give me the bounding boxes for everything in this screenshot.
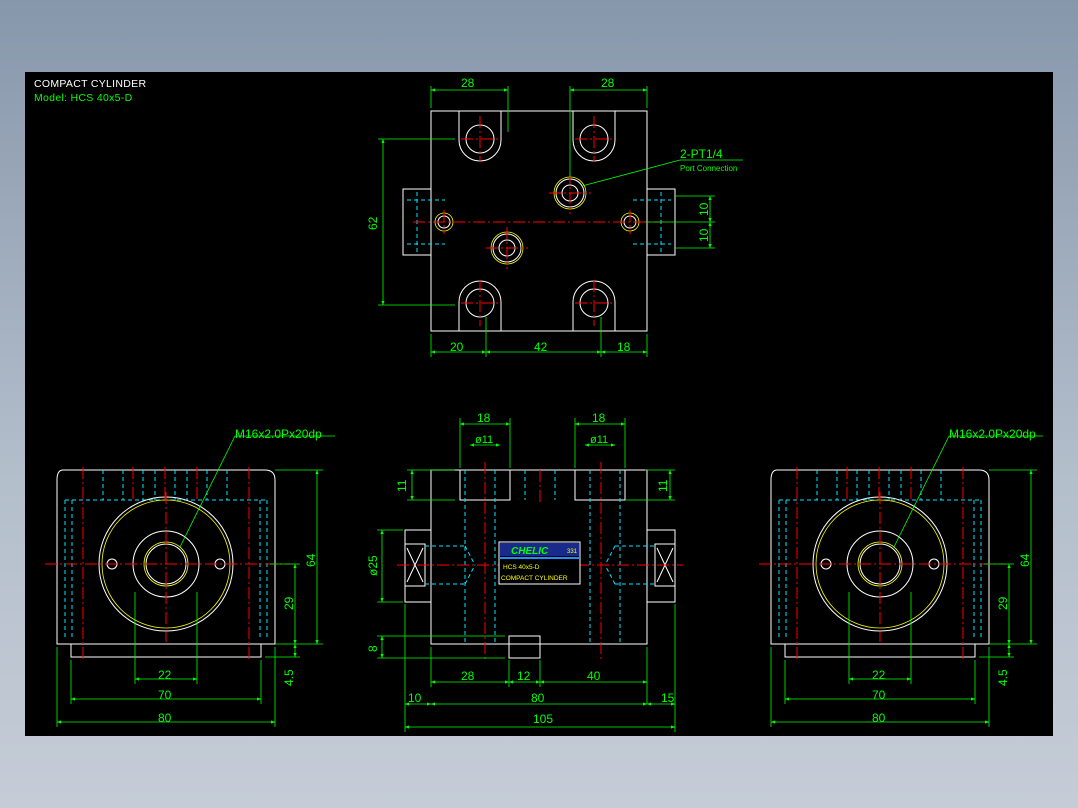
top-dim-28-left: 28 (461, 76, 475, 90)
front-dia-25: ø25 (366, 555, 380, 576)
left-dim-70: 70 (158, 688, 172, 702)
right-dim-29: 29 (996, 596, 1010, 610)
top-dim-28-right: 28 (601, 76, 615, 90)
right-thread-label: M16x2.0Px20dp (949, 427, 1036, 441)
left-dim-4-5: 4.5 (282, 669, 296, 686)
right-dim-22: 22 (872, 668, 886, 682)
label-desc: COMPACT CYLINDER (501, 575, 568, 582)
left-dim-80: 80 (158, 711, 172, 725)
front-dim-105: 105 (533, 712, 553, 726)
right-dim-70: 70 (872, 688, 886, 702)
label-brand: CHELIC (511, 546, 549, 557)
front-dim-28: 28 (461, 669, 475, 683)
top-dim-18: 18 (617, 340, 631, 354)
right-dim-80: 80 (872, 711, 886, 725)
top-dim-10-b: 10 (697, 228, 711, 242)
right-side-view: M16x2.0Px20dp 64 29 4.5 22 70 80 (759, 427, 1043, 727)
right-dim-64: 64 (1018, 553, 1032, 567)
left-dim-29: 29 (282, 596, 296, 610)
top-dim-20: 20 (450, 340, 464, 354)
front-dim-18-right: 18 (592, 411, 606, 425)
top-view-centerlines (413, 116, 665, 326)
front-dim-11-right: 11 (656, 479, 670, 492)
label-code: 331 (567, 549, 578, 555)
front-dim-11-left: 11 (395, 479, 409, 492)
top-port-label: 2-PT1/4 (680, 147, 723, 161)
left-dim-64: 64 (304, 553, 318, 567)
front-dim-80: 80 (531, 691, 545, 705)
front-view: CHELIC 331 HCS 40x5-D COMPACT CYLINDER 1… (366, 411, 683, 732)
drawing-canvas: 28 28 62 10 10 20 42 18 2-PT1/4 Port Con… (45, 76, 1043, 732)
front-dim-8: 8 (366, 645, 380, 652)
top-dim-42: 42 (534, 340, 548, 354)
top-port-sub: Port Connection (680, 164, 737, 173)
front-dim-10: 10 (408, 691, 422, 705)
front-dim-18-left: 18 (477, 411, 491, 425)
left-side-view: M16x2.0Px20dp 64 29 4.5 22 70 80 (45, 427, 335, 727)
cad-viewport[interactable]: COMPACT CYLINDER Model: HCS 40x5-D 28 28… (25, 72, 1053, 736)
front-dim-15: 15 (661, 691, 675, 705)
front-dim-12: 12 (517, 669, 531, 683)
top-dim-62: 62 (366, 216, 380, 230)
left-thread-label: M16x2.0Px20dp (235, 427, 322, 441)
right-dim-4-5: 4.5 (996, 669, 1010, 686)
top-dim-10-a: 10 (697, 202, 711, 216)
front-dia-11-right: ø11 (590, 434, 608, 446)
label-model: HCS 40x5-D (503, 564, 540, 571)
left-dim-22: 22 (158, 668, 172, 682)
top-view: 28 28 62 10 10 20 42 18 2-PT1/4 Port Con… (366, 76, 743, 357)
cylinder-label-plate: CHELIC 331 HCS 40x5-D COMPACT CYLINDER (498, 541, 581, 585)
top-view-mounting-slots (458, 111, 616, 331)
front-dim-40: 40 (587, 669, 601, 683)
front-dia-11-left: ø11 (475, 434, 493, 446)
